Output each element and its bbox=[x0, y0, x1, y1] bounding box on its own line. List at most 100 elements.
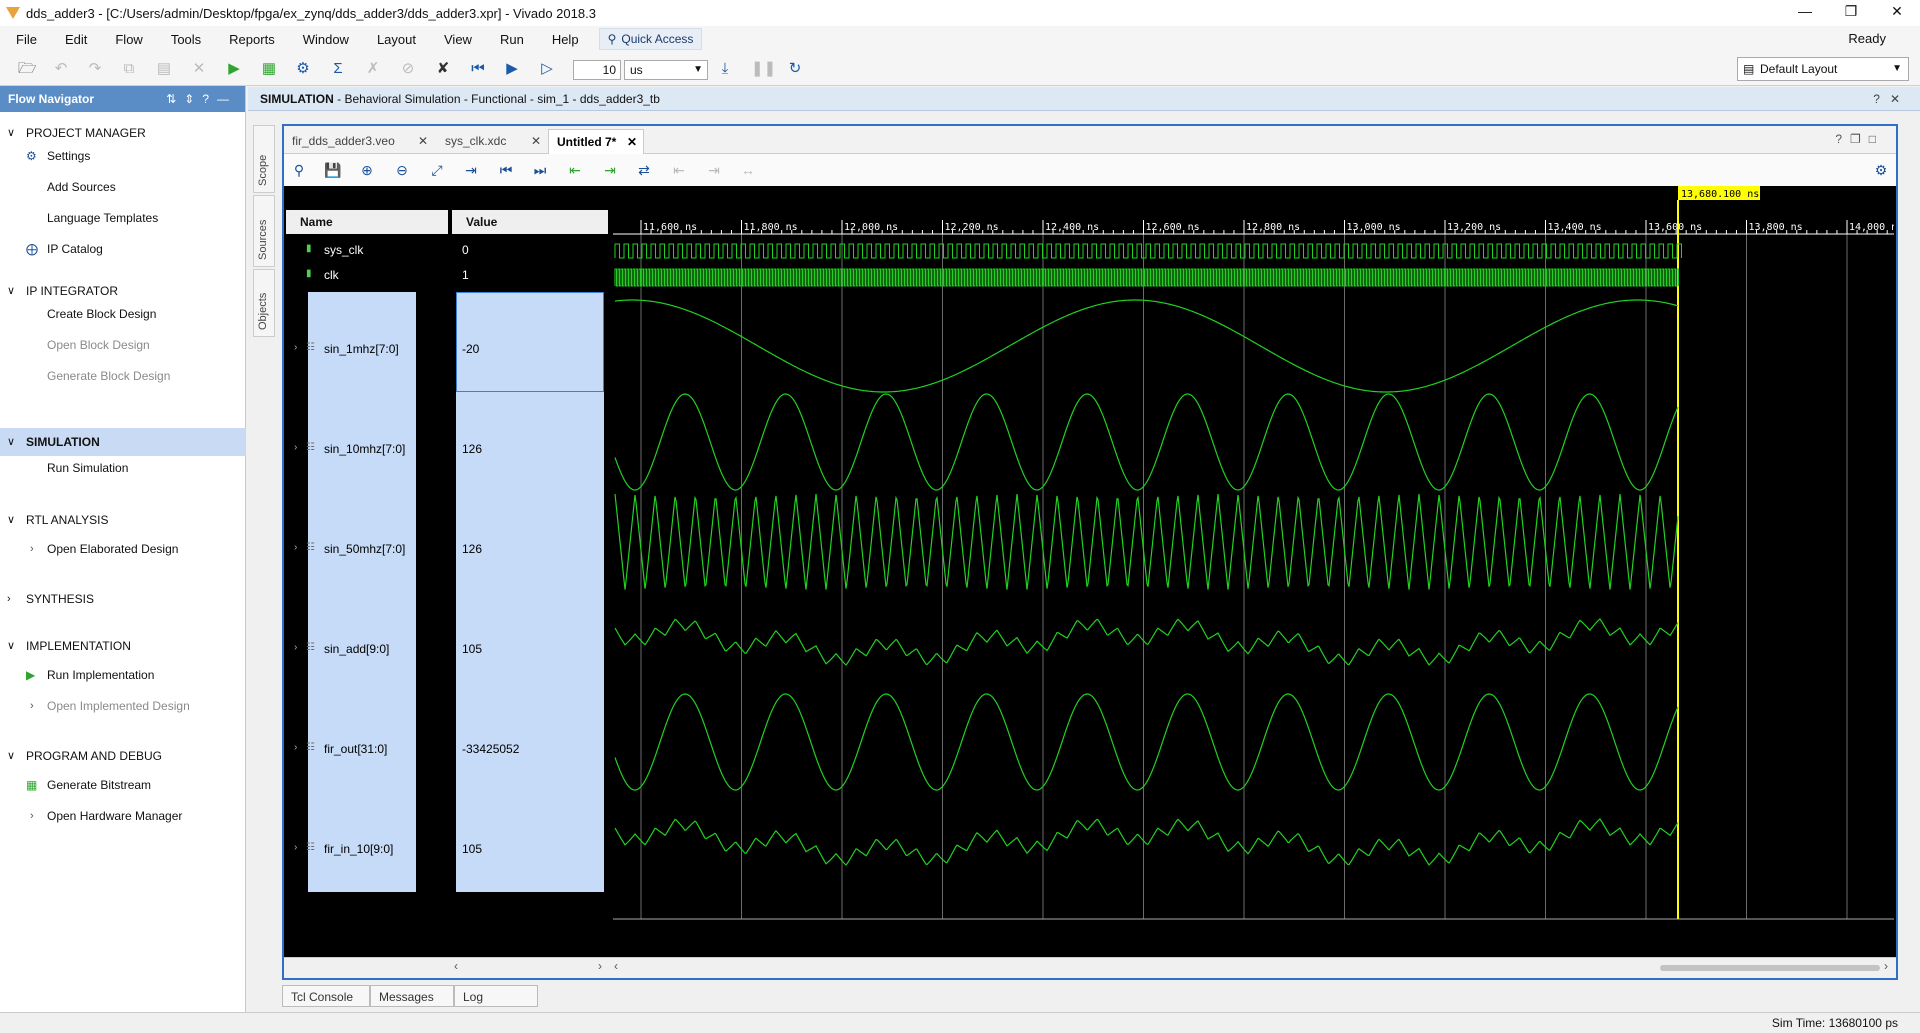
go-to-end-icon[interactable]: ⏭ bbox=[531, 161, 549, 179]
tab-log[interactable]: Log bbox=[454, 985, 538, 1007]
swap-cursors-icon[interactable]: ↔ bbox=[739, 161, 757, 179]
step-icon[interactable]: ⤓ bbox=[716, 60, 734, 78]
nav-item-generate-block-design[interactable]: Generate Block Design bbox=[0, 365, 246, 387]
close-icon[interactable]: ✕ bbox=[531, 129, 541, 153]
gear-icon[interactable]: ⚙ bbox=[1872, 161, 1890, 179]
nav-item-generate-bitstream[interactable]: ▦ Generate Bitstream bbox=[0, 774, 246, 796]
signal-row-sin-50mhz[interactable]: › ☷ sin_50mhz[7:0] bbox=[286, 542, 448, 562]
delete-icon[interactable]: ✕ bbox=[190, 60, 208, 78]
quick-access-search[interactable]: ⚲ Quick Access bbox=[598, 28, 703, 50]
menu-tools[interactable]: Tools bbox=[155, 32, 213, 47]
nav-section-project-manager[interactable]: ∨ PROJECT MANAGER bbox=[0, 122, 246, 144]
nav-item-ip-catalog[interactable]: ⨁ IP Catalog bbox=[0, 238, 246, 260]
nav-section-program-and-debug[interactable]: ∨ PROGRAM AND DEBUG bbox=[0, 745, 246, 767]
tab-fir-dds-adder3-veo[interactable]: fir_dds_adder3.veo ✕ bbox=[284, 129, 434, 154]
search-icon[interactable]: ⚲ bbox=[290, 161, 308, 179]
close-button[interactable]: ✕ bbox=[1874, 0, 1920, 26]
tab-tcl-console[interactable]: Tcl Console bbox=[282, 985, 370, 1007]
horizontal-scrollbar[interactable]: ‹ › ‹ › bbox=[284, 957, 1896, 978]
tab-objects[interactable]: Objects bbox=[253, 269, 275, 337]
nav-section-implementation[interactable]: ∨ IMPLEMENTATION bbox=[0, 635, 246, 657]
signal-row-clk[interactable]: ▮ clk bbox=[286, 268, 448, 288]
close-icon[interactable]: ✕ bbox=[627, 130, 637, 154]
scroll-left-icon[interactable]: ‹ bbox=[454, 959, 458, 973]
next-marker-icon[interactable]: ⇥ bbox=[705, 161, 723, 179]
go-to-cursor-icon[interactable]: ⇥ bbox=[462, 161, 480, 179]
nav-item-open-hardware-manager[interactable]: › Open Hardware Manager bbox=[0, 805, 246, 827]
nav-section-simulation[interactable]: ∨ SIMULATION bbox=[0, 428, 246, 456]
nav-item-language-templates[interactable]: Language Templates bbox=[0, 207, 246, 229]
scroll-right-icon[interactable]: › bbox=[1884, 959, 1888, 973]
sigma-icon[interactable]: Σ bbox=[329, 60, 347, 78]
run-all-icon[interactable]: ▶ bbox=[503, 60, 521, 78]
previous-marker-icon[interactable]: ⇤ bbox=[670, 161, 688, 179]
paste-icon[interactable]: ▤ bbox=[155, 60, 173, 78]
tab-messages[interactable]: Messages bbox=[370, 985, 454, 1007]
menu-window[interactable]: Window bbox=[287, 32, 361, 47]
signal-row-sin-10mhz[interactable]: › ☷ sin_10mhz[7:0] bbox=[286, 442, 448, 462]
close-icon[interactable]: ✕ bbox=[418, 129, 428, 153]
menu-flow[interactable]: Flow bbox=[99, 32, 154, 47]
nav-item-open-elaborated-design[interactable]: › Open Elaborated Design bbox=[0, 538, 246, 560]
signal-row-sin-1mhz[interactable]: › ☷ sin_1mhz[7:0] bbox=[286, 342, 448, 362]
run-icon[interactable]: ▶ bbox=[225, 60, 243, 78]
tab-sys-clk-xdc[interactable]: sys_clk.xdc ✕ bbox=[437, 129, 547, 154]
signal-row-sys-clk[interactable]: ▮ sys_clk bbox=[286, 243, 448, 263]
relaunch-icon[interactable]: ↻ bbox=[786, 60, 804, 78]
break-icon[interactable]: ❚❚ bbox=[751, 60, 776, 78]
menu-reports[interactable]: Reports bbox=[213, 32, 287, 47]
link-icon[interactable]: ⊘ bbox=[399, 60, 417, 78]
nav-item-settings[interactable]: ⚙ Settings bbox=[0, 145, 246, 167]
nav-item-open-block-design[interactable]: Open Block Design bbox=[0, 334, 246, 356]
generate-bitstream-icon[interactable]: ▦ bbox=[260, 60, 278, 78]
nav-item-run-implementation[interactable]: ▶ Run Implementation bbox=[0, 664, 246, 686]
tab-sources[interactable]: Sources bbox=[253, 195, 275, 267]
layout-select[interactable]: ▤ Default Layout ▼ bbox=[1737, 57, 1909, 81]
tab-untitled-7[interactable]: Untitled 7* ✕ bbox=[548, 129, 644, 154]
signal-row-sin-add[interactable]: › ☷ sin_add[9:0] bbox=[286, 642, 448, 662]
signal-row-fir-in-10[interactable]: › ☷ fir_in_10[9:0] bbox=[286, 842, 448, 862]
save-icon[interactable]: 💾 bbox=[324, 161, 342, 179]
nav-item-open-implemented-design[interactable]: › Open Implemented Design bbox=[0, 695, 246, 717]
add-marker-icon[interactable]: ⇄ bbox=[635, 161, 653, 179]
zoom-fit-icon[interactable]: ⤢ bbox=[428, 161, 446, 179]
flow-navigator-header-icons[interactable]: ⇅⇕?— bbox=[166, 86, 237, 112]
route-icon[interactable]: ✗ bbox=[364, 60, 382, 78]
nav-item-create-block-design[interactable]: Create Block Design bbox=[0, 303, 246, 325]
restart-icon[interactable]: ⏮ bbox=[469, 60, 487, 78]
open-project-icon[interactable]: 🗁 bbox=[18, 60, 37, 78]
nav-item-run-simulation[interactable]: Run Simulation bbox=[0, 457, 246, 479]
next-transition-icon[interactable]: ⇥ bbox=[601, 161, 619, 179]
run-for-icon[interactable]: ▷ bbox=[538, 60, 556, 78]
menu-run[interactable]: Run bbox=[484, 32, 536, 47]
scrollbar-thumb[interactable] bbox=[1660, 965, 1880, 971]
nav-section-rtl-analysis[interactable]: ∨ RTL ANALYSIS bbox=[0, 509, 246, 531]
menu-file[interactable]: File bbox=[0, 32, 49, 47]
zoom-out-icon[interactable]: ⊖ bbox=[393, 161, 411, 179]
scroll-right-icon[interactable]: › bbox=[598, 959, 602, 973]
menu-view[interactable]: View bbox=[428, 32, 484, 47]
redo-icon[interactable]: ↷ bbox=[86, 60, 104, 78]
nav-section-synthesis[interactable]: › SYNTHESIS bbox=[0, 588, 246, 610]
maximize-button[interactable]: ❐ bbox=[1828, 0, 1874, 26]
waveform-area[interactable]: 11,600 ns 11,800 ns 12,000 ns 12,200 ns 12,4… bbox=[613, 186, 1903, 957]
scroll-left-icon[interactable]: ‹ bbox=[614, 959, 618, 973]
debug-icon[interactable]: ✘ bbox=[434, 60, 452, 78]
run-time-unit-select[interactable]: us ▼ bbox=[624, 60, 708, 80]
nav-section-ip-integrator[interactable]: ∨ IP INTEGRATOR bbox=[0, 280, 246, 302]
menu-help[interactable]: Help bbox=[536, 32, 591, 47]
run-time-input[interactable]: 10 bbox=[573, 60, 621, 80]
undo-icon[interactable]: ↶ bbox=[52, 60, 70, 78]
menu-edit[interactable]: Edit bbox=[49, 32, 99, 47]
panel-window-icons[interactable]: ?❐□ bbox=[1835, 132, 1884, 146]
go-to-start-icon[interactable]: ⏮ bbox=[497, 161, 515, 179]
simulation-header-help-close-icons[interactable]: ?✕ bbox=[1873, 87, 1910, 111]
nav-item-add-sources[interactable]: Add Sources bbox=[0, 176, 246, 198]
minimize-button[interactable]: — bbox=[1782, 0, 1828, 26]
previous-transition-icon[interactable]: ⇤ bbox=[566, 161, 584, 179]
menu-layout[interactable]: Layout bbox=[361, 32, 428, 47]
signal-row-fir-out[interactable]: › ☷ fir_out[31:0] bbox=[286, 742, 448, 762]
tab-scope[interactable]: Scope bbox=[253, 125, 275, 193]
settings-icon[interactable]: ⚙ bbox=[294, 60, 312, 78]
zoom-in-icon[interactable]: ⊕ bbox=[358, 161, 376, 179]
